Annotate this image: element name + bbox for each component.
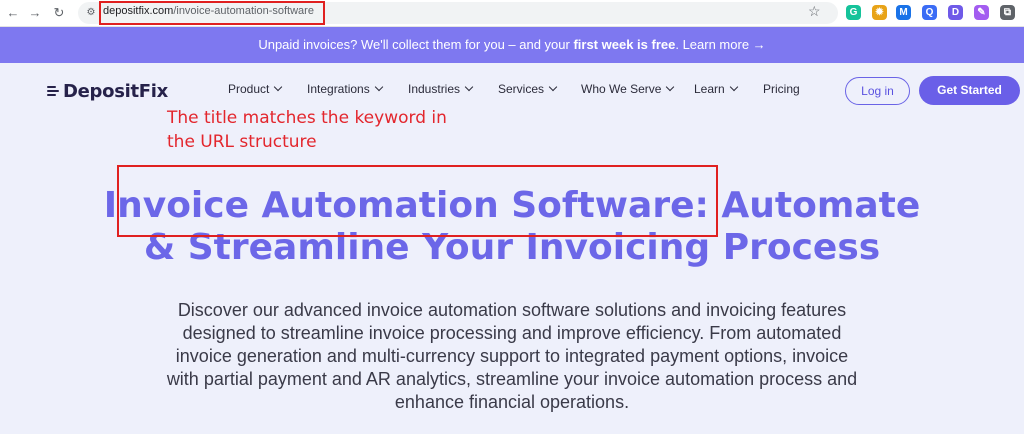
logo-text: DepositFix [63,80,168,102]
annotation-line-2: the URL structure [167,132,317,152]
logo-mark-icon [47,83,61,99]
login-button[interactable]: Log in [845,77,910,105]
d-extension-icon[interactable]: D [948,5,963,20]
chevron-down-icon [666,82,675,92]
pen-extension-icon[interactable]: ✎ [974,5,989,20]
announcement-bar[interactable]: Unpaid invoices? We'll collect them for … [0,27,1024,63]
site-info-icon[interactable]: ⚙ [84,6,98,20]
bookmark-star-icon[interactable]: ☆ [808,3,821,20]
nav-who-we-serve-label: Who We Serve [581,82,662,96]
search-extension-icon[interactable]: Q [922,5,937,20]
forward-icon[interactable]: → [26,4,44,22]
nav-learn[interactable]: Learn [694,82,738,96]
chevron-down-icon [548,82,558,92]
grammarly-icon[interactable]: G [846,5,861,20]
back-icon[interactable]: ← [4,4,22,22]
puzzle-icon[interactable]: ⧉ [1000,5,1015,20]
nav-product[interactable]: Product [228,82,283,96]
gear-extension-icon[interactable]: ✹ [872,5,887,20]
nav-services[interactable]: Services [498,82,558,96]
nav-pricing-label: Pricing [763,82,800,96]
announcement-bold: first week is free [573,37,676,52]
hero-description: Discover our advanced invoice automation… [166,300,858,412]
get-started-button[interactable]: Get Started [919,76,1020,105]
chevron-down-icon [274,82,283,92]
annotation-line-1: The title matches the keyword in [167,108,447,128]
nav-pricing[interactable]: Pricing [763,82,800,96]
announcement-link[interactable]: . Learn more → [675,37,765,52]
nav-industries[interactable]: Industries [408,82,474,96]
nav-services-label: Services [498,82,545,96]
annotation-note: The title matches the keyword in the URL… [167,106,487,154]
reload-icon[interactable]: ↻ [50,4,68,22]
logo[interactable]: DepositFix [47,79,168,103]
browser-toolbar: ← → ↻ ⚙ depositfix.com/invoice-automatio… [0,0,1024,27]
nav-learn-label: Learn [694,82,725,96]
url-annotation-box [99,1,325,25]
nav-product-label: Product [228,82,270,96]
announcement-text: Unpaid invoices? We'll collect them for … [258,37,574,52]
title-annotation-box [117,165,718,237]
nav-integrations[interactable]: Integrations [307,82,383,96]
chevron-down-icon [374,82,383,92]
nav-industries-label: Industries [408,82,461,96]
m-extension-icon[interactable]: M [896,5,911,20]
nav-integrations-label: Integrations [307,82,370,96]
chevron-down-icon [464,82,474,92]
chevron-down-icon [729,82,738,92]
nav-who-we-serve[interactable]: Who We Serve [581,82,675,96]
